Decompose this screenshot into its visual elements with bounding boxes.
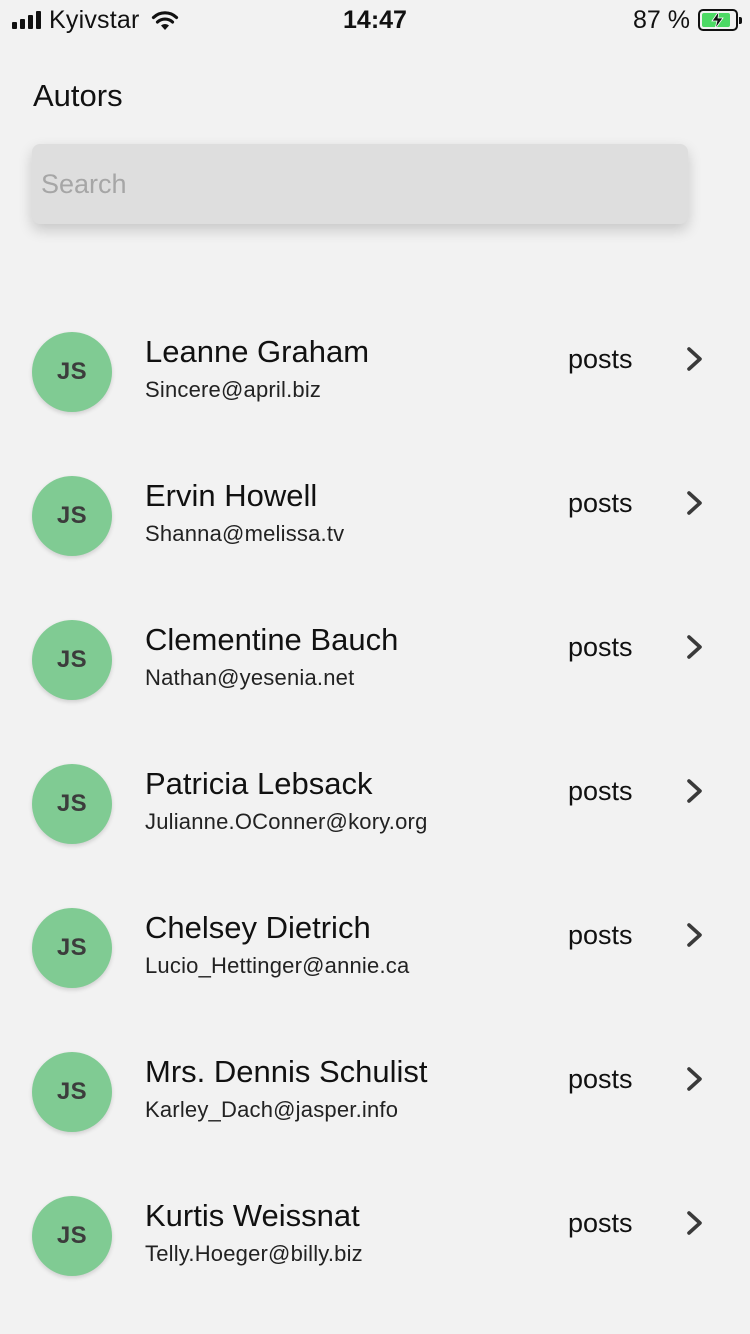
chevron-right-icon[interactable]: [684, 632, 706, 662]
author-email: Sincere@april.biz: [145, 377, 322, 402]
chevron-right-icon[interactable]: [684, 776, 706, 806]
author-name: Leanne Graham: [145, 334, 370, 369]
battery-percentage: 87 %: [633, 5, 690, 34]
author-name: Kurtis Weissnat: [145, 1198, 360, 1233]
status-bar: Kyivstar 14:47 87 %: [0, 0, 750, 40]
avatar-initials: JS: [56, 1078, 88, 1105]
posts-link[interactable]: posts: [568, 1064, 633, 1095]
posts-link[interactable]: posts: [568, 344, 633, 375]
posts-link[interactable]: posts: [568, 776, 633, 807]
author-name: Mrs. Dennis Schulist: [145, 1054, 428, 1089]
posts-link[interactable]: posts: [568, 488, 633, 519]
author-name: Chelsey Dietrich: [145, 910, 371, 945]
author-email: Lucio_Hettinger@annie.ca: [145, 953, 410, 978]
avatar: JS: [32, 1196, 112, 1276]
author-row[interactable]: JS Kurtis Weissnat Telly.Hoeger@billy.bi…: [0, 1164, 750, 1308]
avatar: JS: [32, 1052, 112, 1132]
wifi-icon: [151, 11, 178, 30]
avatar: JS: [32, 908, 112, 988]
author-email: Shanna@melissa.tv: [145, 521, 345, 546]
status-bar-right: 87 %: [633, 5, 742, 34]
chevron-right-icon[interactable]: [684, 1064, 706, 1094]
avatar-initials: JS: [56, 1222, 88, 1249]
author-name: Clementine Bauch: [145, 622, 399, 657]
carrier-name: Kyivstar: [49, 5, 140, 34]
avatar-initials: JS: [56, 646, 88, 673]
author-email: Telly.Hoeger@billy.biz: [145, 1241, 363, 1266]
author-row[interactable]: JS Patricia Lebsack Julianne.OConner@kor…: [0, 732, 750, 876]
avatar-initials: JS: [56, 358, 88, 385]
battery-cap: [739, 17, 742, 24]
author-email: Karley_Dach@jasper.info: [145, 1097, 399, 1122]
page-title: Autors: [33, 78, 123, 113]
author-email: Julianne.OConner@kory.org: [145, 809, 428, 834]
author-name: Ervin Howell: [145, 478, 318, 513]
author-row[interactable]: JS Clementine Bauch Nathan@yesenia.net p…: [0, 588, 750, 732]
chevron-right-icon[interactable]: [684, 920, 706, 950]
author-email: Nathan@yesenia.net: [145, 665, 355, 690]
chevron-right-icon[interactable]: [684, 344, 706, 374]
battery-icon: [698, 9, 742, 31]
author-row[interactable]: JS Ervin Howell Shanna@melissa.tv posts: [0, 444, 750, 588]
avatar-initials: JS: [56, 790, 88, 817]
posts-link[interactable]: posts: [568, 632, 633, 663]
avatar: JS: [32, 764, 112, 844]
author-row[interactable]: JS Leanne Graham Sincere@april.biz posts: [0, 300, 750, 444]
chevron-right-icon[interactable]: [684, 1208, 706, 1238]
author-list: JS Leanne Graham Sincere@april.biz posts…: [0, 300, 750, 1308]
avatar-initials: JS: [56, 502, 88, 529]
posts-link[interactable]: posts: [568, 920, 633, 951]
chevron-right-icon[interactable]: [684, 488, 706, 518]
posts-link[interactable]: posts: [568, 1208, 633, 1239]
avatar: JS: [32, 620, 112, 700]
cellular-signal-icon: [12, 11, 41, 29]
avatar-initials: JS: [56, 934, 88, 961]
author-name: Patricia Lebsack: [145, 766, 373, 801]
status-bar-left: Kyivstar: [12, 6, 180, 34]
author-row[interactable]: JS Mrs. Dennis Schulist Karley_Dach@jasp…: [0, 1020, 750, 1164]
avatar: JS: [32, 332, 112, 412]
search-box[interactable]: [32, 144, 688, 224]
avatar: JS: [32, 476, 112, 556]
search-input[interactable]: [32, 144, 688, 224]
author-row[interactable]: JS Chelsey Dietrich Lucio_Hettinger@anni…: [0, 876, 750, 1020]
charging-bolt-icon: [711, 11, 724, 29]
